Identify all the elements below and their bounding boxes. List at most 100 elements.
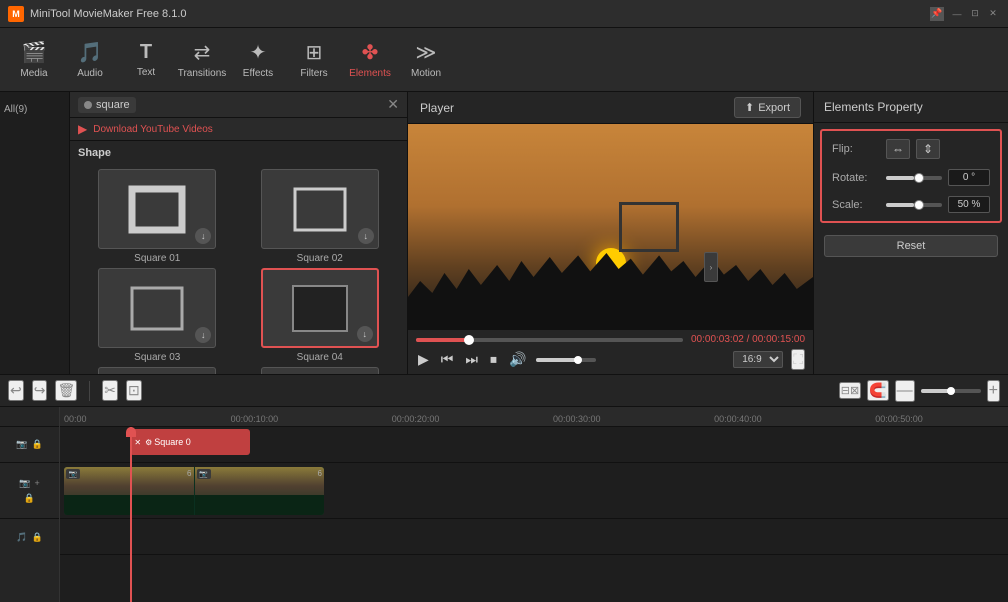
- timeline-area: ↩ ↪ 🗑 ✂ ⊡ ⊟⊠ 🧲 — + 📷 🔒: [0, 374, 1008, 602]
- shape-item-sq05[interactable]: ↓ Square 05: [78, 367, 237, 374]
- toolbar-transitions[interactable]: ⇄ Transitions: [176, 34, 228, 86]
- toolbar-filters[interactable]: ⊞ Filters: [288, 34, 340, 86]
- zoom-in-button[interactable]: +: [987, 380, 1000, 402]
- timeline-right-controls: ⊟⊠ 🧲 — +: [839, 380, 1000, 402]
- add-media-icon: +: [34, 478, 39, 489]
- rotate-slider-handle[interactable]: [914, 173, 924, 183]
- shape-item-sq04[interactable]: ↓ Square 04: [241, 268, 400, 363]
- toolbar-motion[interactable]: ≫ Motion: [400, 34, 452, 86]
- flip-horizontal-button[interactable]: ⇔: [886, 139, 910, 159]
- toolbar-effects[interactable]: ✦ Effects: [232, 34, 284, 86]
- expand-panel-button[interactable]: ›: [704, 252, 718, 282]
- shape-label-sq03: Square 03: [134, 352, 180, 363]
- shape-thumb-sq03: ↓: [98, 268, 216, 348]
- timeline-content: 📷 🔒 📷 + 🔒 🎵 🔒 00:00 00:00:10: [0, 407, 1008, 602]
- toolbar-text[interactable]: T Text: [120, 34, 172, 86]
- scale-slider[interactable]: [886, 203, 942, 207]
- close-button[interactable]: ✕: [986, 7, 1000, 21]
- toolbar-audio[interactable]: 🎵 Audio: [64, 34, 116, 86]
- title-bar: M MiniTool MovieMaker Free 8.1.0 📌 — ⊡ ✕: [0, 0, 1008, 28]
- flip-buttons: ⇔ ⇕: [886, 139, 940, 159]
- square-overlay-element: [619, 202, 679, 252]
- motion-icon: ≫: [416, 40, 437, 65]
- playhead[interactable]: [130, 427, 132, 602]
- download-icon-sq02: ↓: [358, 228, 374, 244]
- ruler-mark-40: 00:00:40:00: [714, 414, 762, 424]
- shape-item-sq02[interactable]: ↓ Square 02: [241, 169, 400, 264]
- volume-slider[interactable]: [536, 358, 596, 362]
- player-video: [408, 124, 813, 329]
- play-button[interactable]: ▶: [416, 349, 431, 370]
- audio-track-row: [60, 519, 1008, 555]
- redo-button[interactable]: ↪: [32, 380, 48, 401]
- next-frame-button[interactable]: ⏭: [463, 349, 480, 370]
- flip-vertical-button[interactable]: ⇕: [916, 139, 940, 159]
- scale-slider-handle[interactable]: [914, 200, 924, 210]
- shapes-section-title: Shape: [78, 147, 111, 159]
- crop-button[interactable]: ⊡: [126, 380, 142, 401]
- shape-thumb-sq06: ↓: [261, 367, 379, 374]
- rotate-slider[interactable]: [886, 176, 942, 180]
- yt-download-banner[interactable]: ▶ Download YouTube Videos: [70, 118, 407, 141]
- ruler-mark-20: 00:00:20:00: [392, 414, 440, 424]
- shape-label-sq04: Square 04: [297, 352, 343, 363]
- undo-button[interactable]: ↩: [8, 380, 24, 401]
- shapes-panel: square ✕ ▶ Download YouTube Videos Shape: [70, 92, 407, 374]
- cut-button[interactable]: ✂: [102, 380, 118, 401]
- text-icon: T: [140, 41, 152, 64]
- filter-close-button[interactable]: ✕: [387, 96, 399, 113]
- element-track-row: ✕ ⚙ Square 0: [60, 427, 1008, 463]
- progress-handle[interactable]: [464, 335, 474, 345]
- delete-button[interactable]: 🗑: [55, 380, 77, 401]
- toolbar-media[interactable]: 🎬 Media: [8, 34, 60, 86]
- export-button[interactable]: ⬆ Export: [734, 97, 801, 118]
- scale-value[interactable]: 50 %: [948, 196, 990, 213]
- sidebar-all-item[interactable]: All(9): [0, 98, 69, 121]
- player-title: Player: [420, 101, 454, 115]
- volume-handle[interactable]: [574, 356, 582, 364]
- download-icon-sq03: ↓: [195, 327, 211, 343]
- filter-tag-label: square: [96, 99, 130, 111]
- rotate-value[interactable]: 0 °: [948, 169, 990, 186]
- player-controls: 00:00:03:02 / 00:00:15:00 ▶ ⏮ ⏭ ⏹ 🔊 16:9: [408, 329, 813, 374]
- toolbar-audio-label: Audio: [77, 68, 103, 79]
- toolbar-media-label: Media: [20, 68, 47, 79]
- element-clip[interactable]: ✕ ⚙ Square 0: [130, 429, 250, 455]
- export-icon: ⬆: [745, 101, 754, 114]
- shape-item-sq01[interactable]: ↓ Square 01: [78, 169, 237, 264]
- element-track-content: ✕ ⚙ Square 0: [60, 427, 1008, 462]
- progress-bar[interactable]: [416, 338, 683, 342]
- restore-button[interactable]: ⊡: [968, 7, 982, 21]
- pin-button[interactable]: 📌: [930, 7, 944, 21]
- element-track-label: 📷 🔒: [0, 427, 59, 463]
- zoom-slider[interactable]: [921, 389, 981, 393]
- zoom-handle[interactable]: [947, 387, 955, 395]
- stop-button[interactable]: ⏹: [488, 349, 499, 370]
- shape-label-sq01: Square 01: [134, 253, 180, 264]
- minimize-button[interactable]: —: [950, 7, 964, 21]
- timeline-ruler: 00:00 00:00:10:00 00:00:20:00 00:00:30:0…: [60, 407, 1008, 427]
- shape-item-sq06[interactable]: ↓ Square 06: [241, 367, 400, 374]
- download-icon-sq01: ↓: [195, 228, 211, 244]
- video-clip[interactable]: 📷 6 📷 6: [64, 467, 324, 515]
- toolbar-elements[interactable]: ✤ Elements: [344, 34, 396, 86]
- reset-button[interactable]: Reset: [824, 235, 998, 257]
- split-button[interactable]: ⊟⊠: [839, 382, 861, 399]
- properties-section: Flip: ⇔ ⇕ Rotate: 0 ° Scale:: [820, 129, 1002, 223]
- youtube-icon: ▶: [78, 122, 87, 136]
- fullscreen-button[interactable]: ⛶: [791, 349, 805, 370]
- shape-item-sq03[interactable]: ↓ Square 03: [78, 268, 237, 363]
- zoom-out-button[interactable]: —: [895, 380, 915, 402]
- player-header: Player ⬆ Export: [408, 92, 813, 124]
- player-section: Player ⬆ Export 00:00:03:02 / 00:00:15:: [408, 92, 813, 374]
- toolbar-text-label: Text: [137, 67, 155, 78]
- shapes-grid: ↓ Square 01 ↓ Square 02: [70, 165, 407, 374]
- volume-button[interactable]: 🔊: [507, 349, 528, 370]
- scale-label: Scale:: [832, 199, 880, 211]
- magnet-button[interactable]: 🧲: [867, 380, 888, 401]
- audio-track-icon: 🎵: [16, 532, 27, 543]
- element-clip-icon2: ⚙: [145, 438, 152, 447]
- aspect-ratio-select[interactable]: 16:9: [733, 351, 783, 368]
- shape-label-sq02: Square 02: [297, 253, 343, 264]
- prev-frame-button[interactable]: ⏮: [439, 349, 456, 370]
